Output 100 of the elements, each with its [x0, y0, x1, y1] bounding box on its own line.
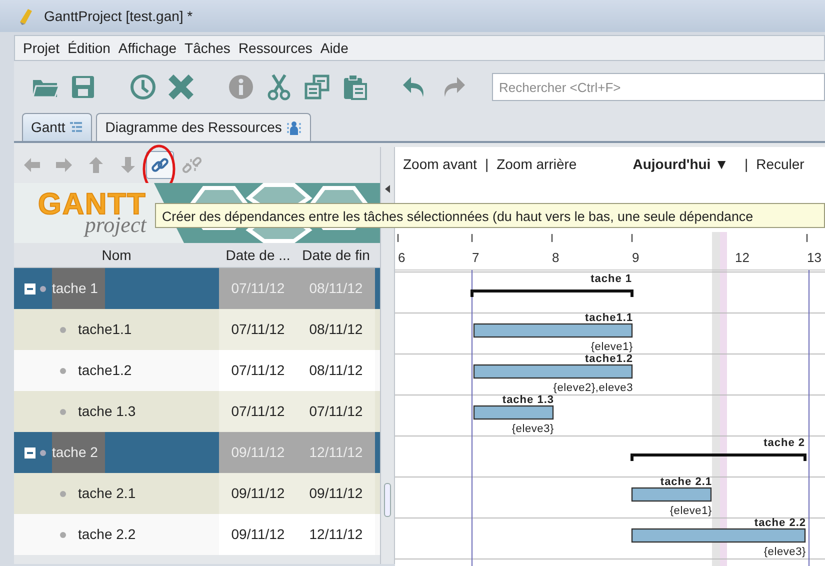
date-cell: 12/11/12 — [297, 432, 375, 473]
menu-item[interactable]: Édition — [64, 38, 114, 58]
bullet-icon — [60, 408, 66, 414]
task-name: tache 2.2 — [78, 525, 136, 544]
task-bar[interactable] — [631, 528, 806, 543]
people-icon — [286, 120, 302, 136]
task-bar[interactable] — [631, 487, 712, 502]
task-bar[interactable] — [473, 405, 554, 420]
delete-icon — [167, 73, 195, 101]
resource-label: {eleve1} — [590, 341, 633, 353]
broken-link-icon — [182, 155, 202, 175]
tick-label: 6 — [398, 250, 406, 265]
today-dropdown[interactable]: Aujourd'hui ▼ — [632, 154, 728, 175]
table-row[interactable]: tache 2.2 09/11/12 12/11/12 — [14, 514, 380, 555]
summary-bar[interactable] — [470, 290, 634, 297]
tooltip: Créer des dépendances entre les tâches sélectionnées (du haut vers le bas, une seule dépendance — [155, 203, 825, 228]
menu-item[interactable]: Tâches — [180, 38, 234, 58]
resource-label: {eleve2},eleve3 — [553, 382, 633, 394]
bullet-icon — [60, 368, 66, 374]
bullet-icon — [40, 450, 46, 456]
menu-item[interactable]: Ressources — [234, 38, 316, 58]
task-name: tache 1 — [52, 268, 105, 309]
date-cell: 07/11/12 — [219, 391, 297, 432]
toolbar-button[interactable] — [166, 72, 196, 102]
date-cell: 08/11/12 — [297, 268, 375, 309]
task-name: tache1.1 — [78, 320, 132, 339]
date-cell: 09/11/12 — [297, 473, 375, 514]
table-row[interactable]: tache 2.1 09/11/12 09/11/12 — [14, 473, 380, 514]
task-bar[interactable] — [473, 323, 633, 338]
bar-label: tache1.1 — [584, 312, 633, 324]
menu-item[interactable]: Projet — [19, 38, 64, 58]
bullet-icon — [60, 326, 66, 332]
tick-label: 9 — [632, 250, 640, 265]
separator: | — [484, 155, 489, 174]
date-cell: 07/11/12 — [297, 391, 375, 432]
tick-label: 13 — [807, 250, 822, 265]
copy-icon — [303, 73, 331, 101]
zoom-in-link[interactable]: Zoom avant — [403, 154, 477, 175]
date-cell: 08/11/12 — [297, 309, 375, 350]
toolbar-button[interactable] — [128, 72, 158, 102]
resource-label: {eleve3} — [764, 546, 806, 558]
table-row[interactable]: tache 2 09/11/12 12/11/12 — [14, 432, 380, 473]
resource-label: {eleve3} — [512, 423, 554, 435]
clipboard-icon — [341, 73, 369, 101]
bar-label: tache 1 — [590, 273, 632, 285]
date-cell: 07/11/12 — [219, 350, 297, 391]
column-header[interactable]: Date de ... — [219, 244, 297, 266]
task-name: tache1.2 — [78, 361, 132, 380]
separator: | — [744, 155, 748, 174]
bar-label: tache1.2 — [584, 353, 633, 365]
task-name: tache 2.1 — [78, 484, 136, 503]
task-name: tache 2 — [52, 432, 105, 473]
date-cell: 07/11/12 — [219, 268, 297, 309]
table-row[interactable]: tache1.2 07/11/12 08/11/12 — [14, 350, 380, 391]
bullet-icon — [40, 286, 46, 292]
chain-link-icon — [150, 155, 170, 175]
toolbar-button[interactable] — [302, 72, 332, 102]
date-cell: 09/11/12 — [219, 514, 297, 555]
scissors-icon — [265, 73, 293, 101]
resource-label: {eleve1} — [670, 505, 712, 517]
zoom-out-link[interactable]: Zoom arrière — [496, 154, 577, 175]
date-cell: 07/11/12 — [219, 309, 297, 350]
search-field[interactable]: Rechercher <Ctrl+F> — [492, 73, 825, 101]
table-row[interactable]: tache1.1 07/11/12 08/11/12 — [14, 309, 380, 350]
table-row[interactable]: tache 1 07/11/12 08/11/12 — [14, 268, 380, 309]
logo-subtitle: project — [84, 214, 146, 236]
tick-label: 7 — [472, 250, 480, 265]
menu-item[interactable]: Affichage — [114, 38, 181, 58]
right-arrow-icon — [54, 155, 74, 175]
table-row[interactable]: tache 1.3 07/11/12 07/11/12 — [14, 391, 380, 432]
tick-mark — [806, 234, 808, 242]
info-icon — [227, 73, 255, 101]
date-cell: 12/11/12 — [297, 514, 375, 555]
bullet-icon — [60, 532, 66, 538]
list-icon — [69, 120, 84, 134]
back-link[interactable]: Reculer — [756, 154, 804, 175]
bar-label: tache 2.1 — [660, 476, 712, 488]
tab[interactable]: Diagramme des Ressources — [96, 113, 311, 141]
tab[interactable]: Gantt — [22, 113, 92, 141]
tick-label: 8 — [552, 250, 560, 265]
bar-label: tache 2.2 — [754, 517, 806, 529]
column-header[interactable]: Date de fin — [297, 244, 375, 266]
date-cell: 08/11/12 — [297, 350, 375, 391]
bar-label: tache 1.3 — [502, 394, 554, 406]
collapse-icon[interactable] — [24, 446, 36, 458]
date-cell: 09/11/12 — [219, 473, 297, 514]
task-tool-button[interactable] — [146, 151, 174, 179]
task-name: tache 1.3 — [78, 402, 136, 421]
bullet-icon — [60, 490, 66, 496]
summary-bar[interactable] — [630, 454, 806, 461]
clock-icon — [129, 73, 157, 101]
bar-label: tache 2 — [764, 437, 805, 449]
column-header[interactable]: Nom — [14, 244, 219, 266]
tick-label: 12 — [735, 250, 750, 265]
menu-item[interactable]: Aide — [316, 38, 352, 58]
window-title: GanttProject [test.gan] * — [44, 6, 193, 26]
collapse-arrow-icon[interactable] — [385, 185, 390, 193]
scrollbar-thumb[interactable] — [384, 483, 391, 517]
collapse-icon[interactable] — [24, 282, 36, 294]
task-bar[interactable] — [473, 364, 633, 379]
